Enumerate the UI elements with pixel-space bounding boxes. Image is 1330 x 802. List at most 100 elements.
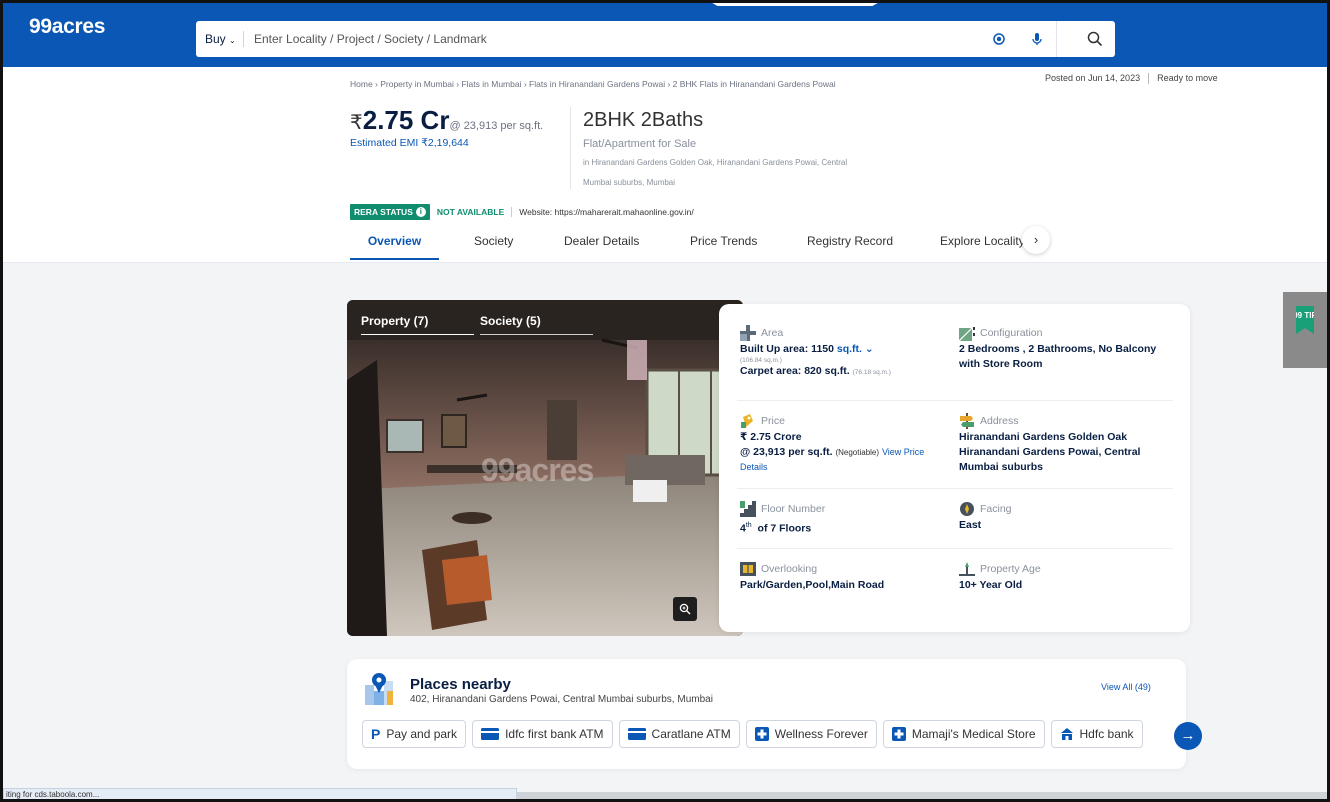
side-tip-tab[interactable]: 99 TIP xyxy=(1283,292,1327,368)
chip-label: Mamaji's Medical Store xyxy=(911,727,1036,741)
tab-society[interactable]: Society xyxy=(474,230,513,260)
floor-value: 4th of 7 Floors xyxy=(740,518,945,537)
tabs-next-button[interactable]: › xyxy=(1022,226,1050,254)
posted-date: Posted on Jun 14, 2023 xyxy=(1045,73,1141,83)
facing-label: Facing xyxy=(980,503,1012,515)
divider xyxy=(737,548,1173,549)
tab-dealer-details[interactable]: Dealer Details xyxy=(564,230,639,260)
property-title: 2BHK 2Baths xyxy=(583,109,704,131)
area-label: Area xyxy=(761,327,784,339)
price-amount: 2.75 Cr xyxy=(362,105,450,135)
carpet-sqm: (76.18 sq.m.) xyxy=(852,369,891,376)
property-info-block: Home › Property in Mumbai › Flats in Mum… xyxy=(3,67,1327,263)
gallery-tabs: Property (7) Society (5) xyxy=(361,314,593,335)
address-signpost-icon xyxy=(960,413,974,429)
places-nearby-address: 402, Hiranandani Gardens Powai, Central … xyxy=(410,694,713,705)
price-label: Price xyxy=(761,415,785,427)
atm-card-icon xyxy=(627,728,646,740)
overlooking-cell: Overlooking Park/Garden,Pool,Main Road xyxy=(740,560,945,593)
chip-label: Caratlane ATM xyxy=(651,727,731,741)
price-divider xyxy=(570,107,571,189)
floor-total: of 7 Floors xyxy=(757,522,812,535)
zoom-button[interactable] xyxy=(673,597,697,621)
top-header: 99acres Buy ⌄ xyxy=(3,3,1327,67)
medical-cross-icon xyxy=(754,727,769,741)
view-all-link[interactable]: View All (49) xyxy=(1101,682,1151,692)
chips-next-button[interactable]: → xyxy=(1174,722,1202,750)
microphone-icon[interactable] xyxy=(1028,30,1046,48)
price-value: ₹ 2.75 Crore xyxy=(740,431,802,443)
map-pin-city-icon xyxy=(365,673,393,705)
price-cell: Price ₹ 2.75 Crore @ 23,913 per sq.ft. (… xyxy=(740,412,945,475)
rera-badge[interactable]: RERA STATUS i xyxy=(350,204,430,220)
places-nearby-title: Places nearby xyxy=(410,676,511,693)
price-per-sqft: @ 23,913 per sq.ft. xyxy=(449,120,544,132)
price-per-sqft-detail: @ 23,913 per sq.ft. xyxy=(740,446,833,458)
property-type: Flat/Apartment for Sale xyxy=(583,138,697,150)
overlooking-label: Overlooking xyxy=(761,563,818,575)
emi-link[interactable]: Estimated EMI ₹2,19,644 xyxy=(350,137,469,149)
price-row: ₹2.75 Cr@ 23,913 per sq.ft. xyxy=(350,105,543,136)
bank-icon xyxy=(1060,728,1073,740)
tab-explore-locality[interactable]: Explore Locality xyxy=(940,230,1025,260)
gallery-tab-society[interactable]: Society (5) xyxy=(480,314,593,335)
price-negotiable: (Negotiable) xyxy=(835,448,880,457)
chip-wellness-forever[interactable]: Wellness Forever xyxy=(745,720,877,748)
chevron-down-icon: ⌄ xyxy=(864,343,874,355)
search-input[interactable] xyxy=(244,32,1004,46)
info-icon: i xyxy=(415,207,426,217)
tip-bookmark-icon: 99 TIP xyxy=(1296,306,1314,334)
configuration-value: 2 Bedrooms , 2 Bathrooms, No Balcony wit… xyxy=(959,343,1157,370)
window-icon xyxy=(740,562,756,576)
chip-idfc-atm[interactable]: Idfc first bank ATM xyxy=(472,720,613,748)
breadcrumb[interactable]: Home › Property in Mumbai › Flats in Mum… xyxy=(350,79,836,89)
zoom-icon xyxy=(679,603,691,615)
rera-status: NOT AVAILABLE xyxy=(436,207,505,217)
overlooking-value: Park/Garden,Pool,Main Road xyxy=(740,579,885,591)
location-icon[interactable] xyxy=(990,30,1008,48)
ready-status: Ready to move xyxy=(1157,73,1218,83)
property-location-line1: in Hiranandani Gardens Golden Oak, Hiran… xyxy=(583,158,848,167)
carpet-area: Carpet area: 820 sq.ft. xyxy=(740,365,850,377)
tab-registry-record[interactable]: Registry Record xyxy=(807,230,893,260)
property-age-label: Property Age xyxy=(980,563,1041,575)
site-logo[interactable]: 99acres xyxy=(29,15,105,39)
search-bar: Buy ⌄ xyxy=(196,21,1115,57)
tab-overview[interactable]: Overview xyxy=(350,230,439,260)
floor-label: Floor Number xyxy=(761,503,826,515)
configuration-cell: Configuration 2 Bedrooms , 2 Bathrooms, … xyxy=(959,324,1174,372)
chip-mamajis-medical[interactable]: Mamaji's Medical Store xyxy=(882,720,1045,748)
area-unit-dropdown[interactable]: sq.ft. ⌄ xyxy=(837,343,874,355)
chip-caratlane-atm[interactable]: Caratlane ATM xyxy=(618,720,740,748)
places-nearby-card: Places nearby 402, Hiranandani Gardens P… xyxy=(347,659,1186,769)
divider xyxy=(737,488,1173,489)
photo-watermark: 99acres xyxy=(481,452,594,488)
area-icon xyxy=(740,325,756,341)
chip-label: Pay and park xyxy=(386,727,458,741)
area-cell: Area Built Up area: 1150 sq.ft. ⌄ (106.8… xyxy=(740,324,945,380)
buy-dropdown[interactable]: Buy ⌄ xyxy=(196,31,244,47)
facing-cell: Facing East xyxy=(959,500,1174,533)
tab-price-trends[interactable]: Price Trends xyxy=(690,230,757,260)
floor-stairs-icon xyxy=(740,501,756,517)
built-up-sqm: (106.84 sq.m.) xyxy=(740,357,782,364)
rera-badge-label: RERA STATUS xyxy=(354,207,413,217)
address-value: Hiranandani Gardens Golden Oak Hirananda… xyxy=(959,431,1141,473)
floor-ordinal: th xyxy=(745,522,752,529)
chip-hdfc-bank[interactable]: Hdfc bank xyxy=(1050,720,1143,748)
search-icon[interactable] xyxy=(1086,30,1104,48)
rera-website[interactable]: Website: https://maharerait.mahaonline.g… xyxy=(511,207,694,217)
property-age-value: 10+ Year Old xyxy=(959,579,1023,591)
bottom-scroll-strip[interactable] xyxy=(517,792,1327,802)
photo-gallery[interactable]: 99acres Property (7) Society (5) xyxy=(347,300,743,636)
chip-pay-and-park[interactable]: P Pay and park xyxy=(362,720,467,748)
buy-label: Buy xyxy=(205,32,226,46)
gallery-tab-property[interactable]: Property (7) xyxy=(361,314,474,335)
property-age-cell: Property Age 10+ Year Old xyxy=(959,560,1174,593)
configuration-icon xyxy=(959,327,975,341)
divider xyxy=(737,400,1173,401)
chevron-down-icon: ⌄ xyxy=(229,36,236,45)
rera-row: RERA STATUS i NOT AVAILABLE Website: htt… xyxy=(350,204,694,220)
chip-label: Hdfc bank xyxy=(1079,727,1134,741)
address-label: Address xyxy=(980,415,1019,427)
